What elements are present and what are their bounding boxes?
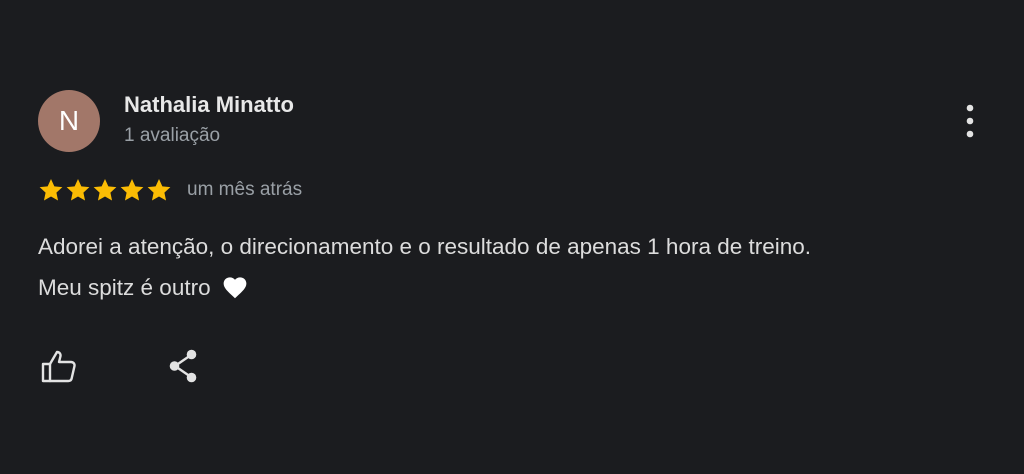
- review-text-line-2: Meu spitz é outro: [38, 275, 211, 300]
- star-icon: [66, 178, 90, 201]
- white-heart-icon: [223, 276, 246, 298]
- share-icon: [169, 349, 197, 383]
- star-rating: [38, 177, 172, 203]
- rating-row: um mês atrás: [38, 175, 302, 205]
- review-text: Adorei a atenção, o direcionamento e o r…: [38, 226, 998, 308]
- star-icon: [120, 178, 144, 201]
- review-actions: [38, 345, 204, 387]
- share-button[interactable]: [162, 345, 204, 387]
- avatar[interactable]: N: [38, 90, 100, 152]
- avatar-initial: N: [58, 105, 80, 136]
- review-card: N Nathalia Minatto 1 avaliação um mês at…: [0, 0, 1024, 474]
- review-date: um mês atrás: [187, 179, 303, 200]
- more-options-button[interactable]: [952, 100, 988, 142]
- review-text-line-1: Adorei a atenção, o direcionamento e o r…: [38, 234, 812, 259]
- star-icon: [39, 178, 63, 201]
- author-name[interactable]: Nathalia Minatto: [124, 92, 294, 118]
- more-vert-icon: [966, 104, 974, 138]
- author-review-count[interactable]: 1 avaliação: [124, 125, 220, 147]
- review-text-line-2-wrapper: Meu spitz é outro: [38, 267, 998, 308]
- like-button[interactable]: [38, 345, 80, 387]
- star-icon: [147, 178, 171, 201]
- thumbs-up-icon: [41, 350, 76, 383]
- star-icon: [93, 178, 117, 201]
